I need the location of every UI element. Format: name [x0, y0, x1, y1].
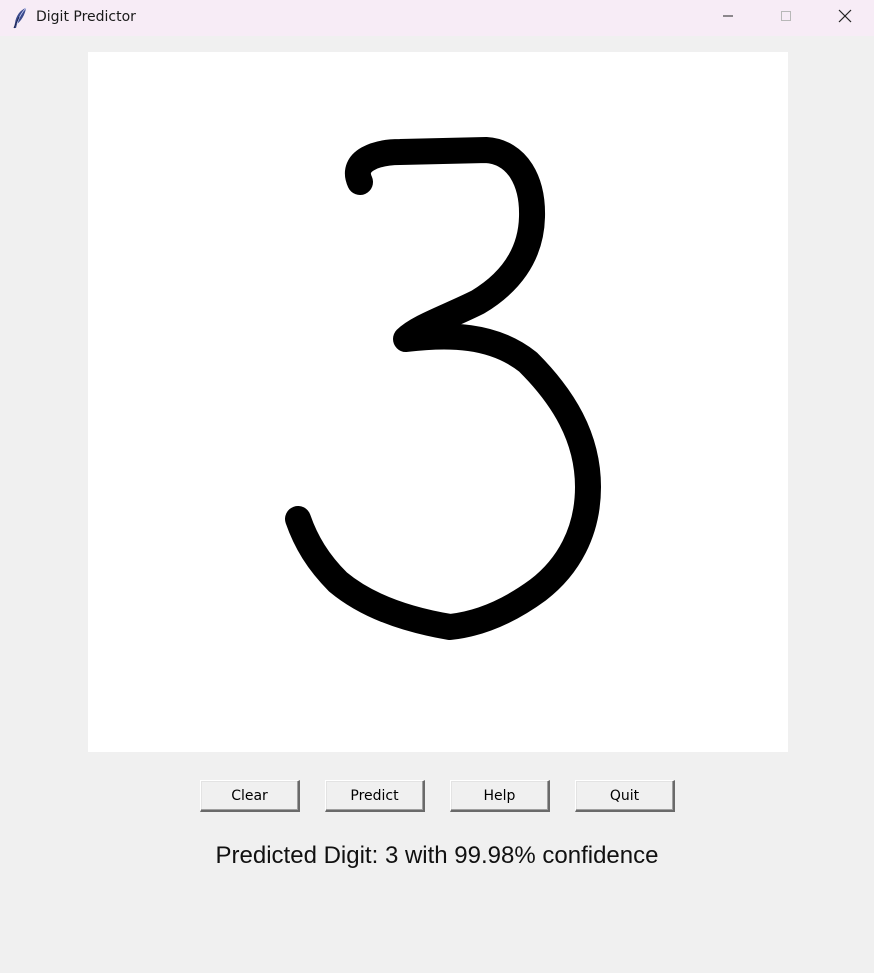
maximize-icon: [780, 9, 792, 27]
handwritten-digit-drawing: [285, 137, 601, 640]
clear-button[interactable]: Clear: [200, 780, 300, 812]
help-button[interactable]: Help: [450, 780, 550, 812]
minimize-button[interactable]: [699, 0, 757, 36]
close-button[interactable]: [816, 0, 874, 36]
prediction-result-label: Predicted Digit: 3 with 99.98% confidenc…: [215, 842, 659, 869]
drawing-canvas[interactable]: [88, 52, 788, 752]
feather-icon: [11, 7, 29, 29]
app-window: Digit Predictor Clear Predict Help Quit …: [0, 0, 874, 973]
digit-stroke: [285, 137, 601, 640]
quit-button[interactable]: Quit: [575, 780, 675, 812]
minimize-icon: [722, 9, 734, 27]
maximize-button[interactable]: [757, 0, 815, 36]
predict-button[interactable]: Predict: [325, 780, 425, 812]
window-title: Digit Predictor: [36, 9, 136, 25]
title-bar[interactable]: Digit Predictor: [0, 0, 874, 36]
close-icon: [838, 9, 852, 28]
